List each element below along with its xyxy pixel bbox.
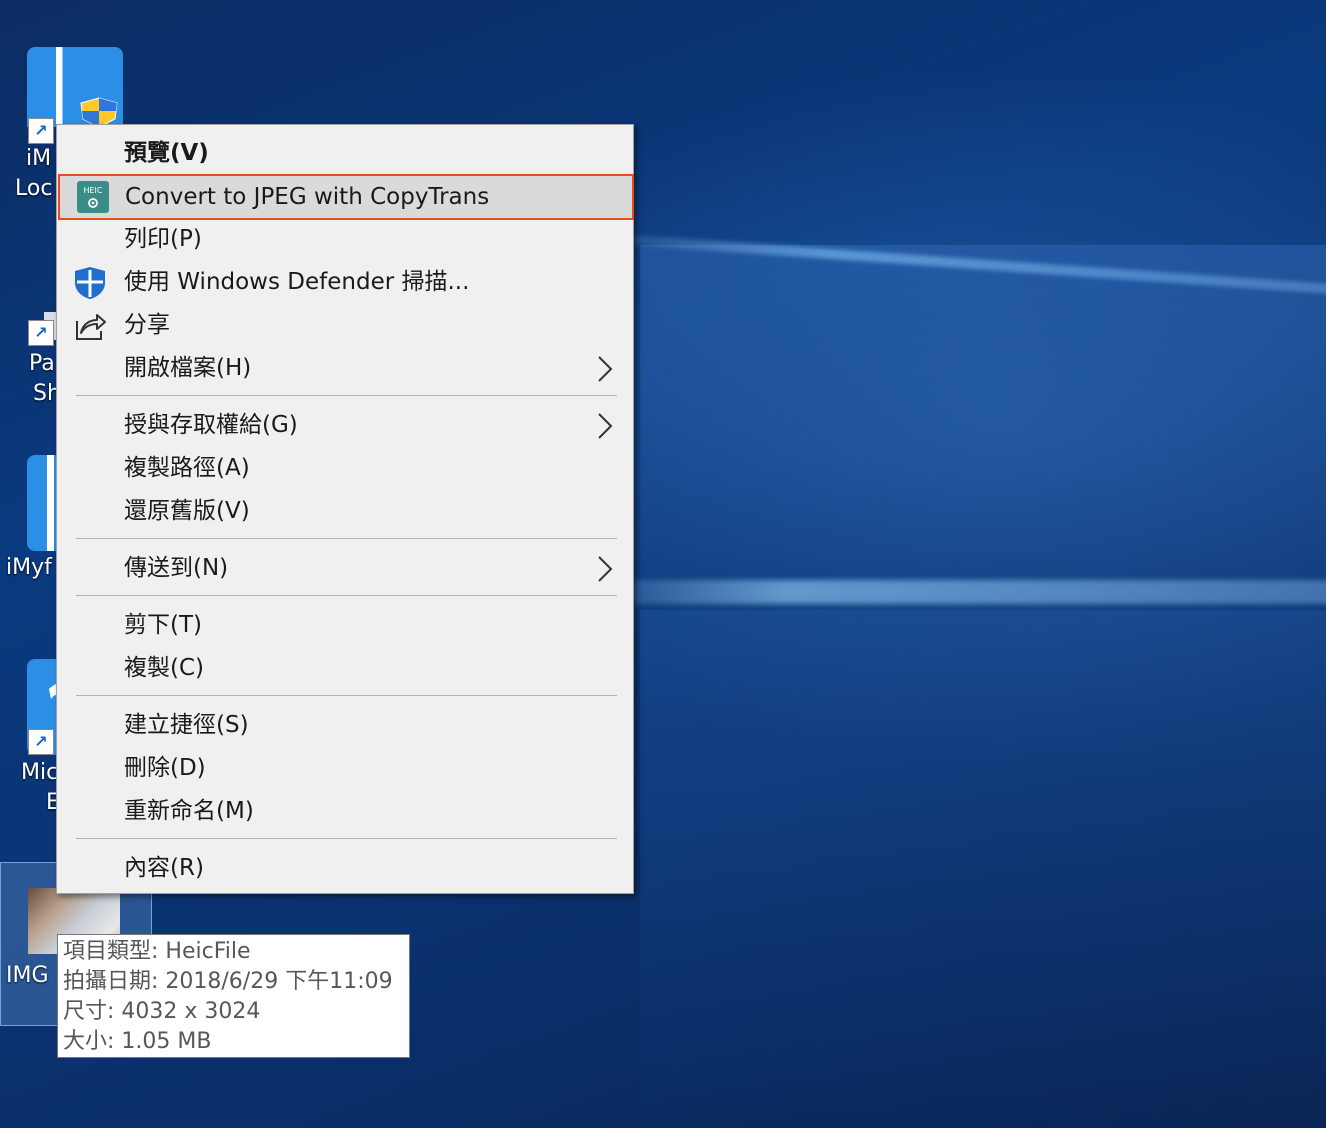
menu-item-open-with[interactable]: 開啟檔案(H) [57, 347, 633, 390]
menu-item-label: 傳送到(N) [124, 555, 229, 581]
menu-item-label: 內容(R) [124, 855, 204, 881]
menu-item-label: 授與存取權給(G) [124, 412, 298, 438]
menu-separator [76, 595, 617, 596]
chevron-right-icon [595, 555, 615, 583]
shortcut-arrow-icon: ↗ [28, 118, 54, 144]
menu-separator [76, 695, 617, 696]
desktop-icon-label: Mic [21, 760, 59, 785]
tooltip-item-type: 項目類型: HeicFile [63, 939, 251, 964]
file-info-tooltip: 項目類型: HeicFile 拍攝日期: 2018/6/29 下午11:09 尺… [57, 934, 410, 1058]
menu-item-label: Convert to JPEG with CopyTrans [125, 184, 490, 210]
desktop-icon-label: iM [26, 146, 52, 171]
heic-converter-icon: HEIC [77, 181, 111, 215]
menu-item-share[interactable]: 分享 [57, 304, 633, 347]
menu-item-copy[interactable]: 複製(C) [57, 647, 633, 690]
chevron-right-icon [595, 355, 615, 383]
shield-badge-icon [79, 97, 119, 128]
menu-item-label: 刪除(D) [124, 755, 206, 781]
shortcut-arrow-icon: ↗ [28, 320, 54, 346]
menu-item-label: 還原舊版(V) [124, 498, 250, 524]
menu-item-defender-scan[interactable]: 使用 Windows Defender 掃描... [57, 261, 633, 304]
selected-file-label: IMG [6, 963, 49, 988]
windows-defender-shield-icon [73, 266, 107, 300]
menu-item-create-shortcut[interactable]: 建立捷徑(S) [57, 704, 633, 747]
share-icon [73, 309, 107, 343]
shortcut-arrow-icon: ↗ [28, 729, 54, 755]
menu-item-send-to[interactable]: 傳送到(N) [57, 547, 633, 590]
menu-separator [76, 538, 617, 539]
tooltip-file-size: 大小: 1.05 MB [63, 1029, 212, 1054]
tooltip-dimensions: 尺寸: 4032 x 3024 [63, 999, 261, 1024]
wallpaper-pane-upper [640, 245, 1326, 575]
menu-item-properties[interactable]: 內容(R) [57, 847, 633, 890]
chevron-right-icon [595, 412, 615, 440]
menu-item-restore-previous[interactable]: 還原舊版(V) [57, 490, 633, 533]
menu-item-label: 開啟檔案(H) [124, 355, 252, 381]
desktop-icon-label: iMyf [6, 555, 52, 580]
menu-item-label: 預覽(V) [124, 140, 209, 166]
wallpaper-light-beam [560, 580, 1326, 604]
menu-separator [76, 838, 617, 839]
menu-item-preview[interactable]: 預覽(V) [57, 132, 633, 175]
desktop[interactable]: ↗ iM Loc ↗ Pa Sh iMyf ↗ Mic E IMG 預覽(V) [0, 0, 1326, 1128]
context-menu: 預覽(V) HEIC Convert to JPEG with CopyTran… [56, 124, 634, 894]
menu-separator [76, 395, 617, 396]
menu-item-label: 複製路徑(A) [124, 455, 250, 481]
desktop-icon-label: Pa [29, 351, 55, 376]
menu-item-print[interactable]: 列印(P) [57, 218, 633, 261]
heic-icon-text: HEIC [83, 186, 102, 195]
wallpaper-pane-lower [640, 610, 1326, 1128]
menu-item-convert-to-jpeg[interactable]: HEIC Convert to JPEG with CopyTrans [58, 174, 634, 220]
menu-item-label: 剪下(T) [124, 612, 202, 638]
menu-item-label: 複製(C) [124, 655, 205, 681]
menu-item-delete[interactable]: 刪除(D) [57, 747, 633, 790]
menu-item-label: 列印(P) [124, 226, 202, 252]
menu-item-rename[interactable]: 重新命名(M) [57, 790, 633, 833]
menu-item-cut[interactable]: 剪下(T) [57, 604, 633, 647]
menu-item-label: 建立捷徑(S) [124, 712, 249, 738]
menu-item-label: 重新命名(M) [124, 798, 254, 824]
menu-item-copy-path[interactable]: 複製路徑(A) [57, 447, 633, 490]
tooltip-date-taken: 拍攝日期: 2018/6/29 下午11:09 [63, 969, 393, 994]
menu-item-label: 使用 Windows Defender 掃描... [124, 269, 470, 295]
desktop-icon-label: Loc [15, 176, 53, 201]
menu-item-give-access[interactable]: 授與存取權給(G) [57, 404, 633, 447]
wallpaper-light-beam [559, 230, 1326, 303]
menu-item-label: 分享 [124, 312, 170, 338]
